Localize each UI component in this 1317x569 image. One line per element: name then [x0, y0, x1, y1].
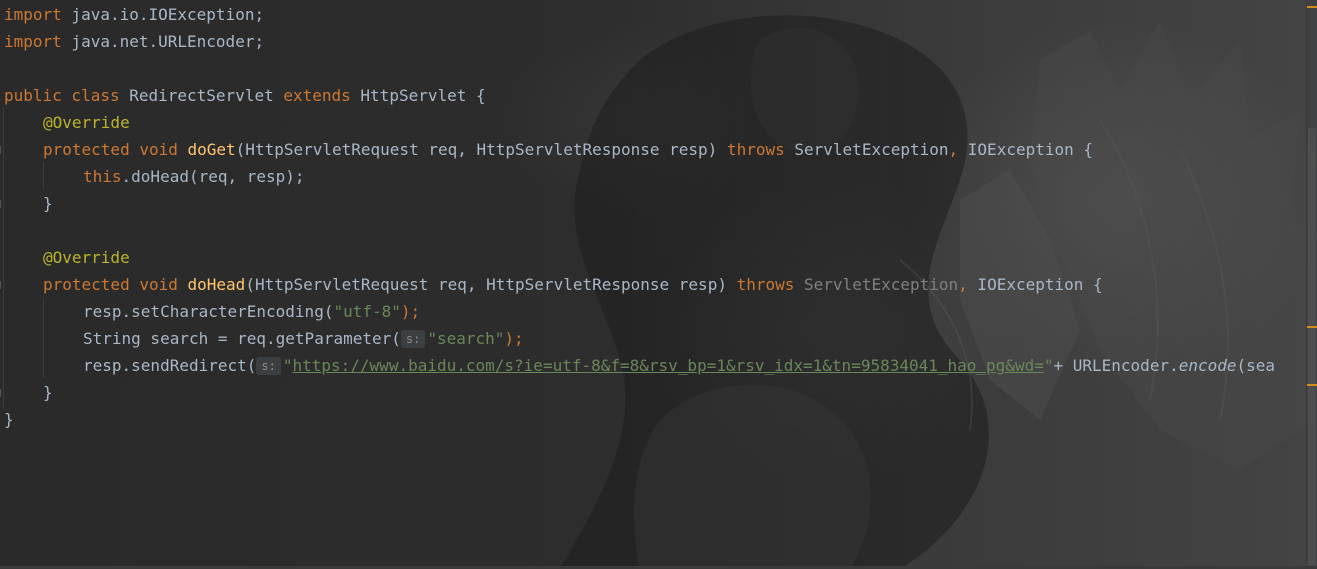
static-method: encode	[1178, 356, 1237, 375]
code-line-7[interactable]: this.doHead(req, resp);	[83, 163, 305, 190]
code-text: java.net.URLEncoder;	[61, 32, 265, 51]
keyword: public	[4, 86, 62, 105]
annotation: @Override	[43, 113, 130, 132]
warning-marker[interactable]	[1307, 384, 1317, 386]
keyword: import	[4, 5, 62, 24]
method-params: (HttpServletRequest req, HttpServletResp…	[235, 140, 718, 159]
code-text: .doHead(req, resp);	[121, 167, 305, 186]
fold-marker-icon[interactable]	[0, 281, 4, 289]
parameter-hint: s:	[256, 357, 281, 375]
keyword: class	[61, 86, 120, 105]
url-link[interactable]: https://www.baidu.com/s?ie=utf-8&f=8&rsv…	[292, 356, 1043, 375]
keyword: throws	[717, 140, 785, 159]
fold-marker-icon[interactable]	[0, 200, 4, 208]
code-text: java.io.IOException;	[61, 5, 265, 24]
exception-type: IOException {	[967, 275, 1103, 294]
code-line-1[interactable]: import java.io.IOException;	[4, 1, 264, 28]
code-line-2[interactable]: import java.net.URLEncoder;	[4, 28, 264, 55]
keyword: void	[129, 140, 178, 159]
method-name: doHead	[177, 275, 246, 294]
parent-class: HttpServlet {	[350, 86, 486, 105]
code-text: }	[4, 410, 14, 429]
code-area[interactable]: import java.io.IOException; import java.…	[0, 0, 1307, 569]
code-line-10[interactable]: @Override	[43, 244, 130, 271]
exception-type: ServletException	[794, 275, 959, 294]
code-line-4[interactable]: public class RedirectServlet extends Htt…	[4, 82, 486, 109]
code-text: + URLEncoder.	[1053, 356, 1179, 375]
keyword: void	[129, 275, 178, 294]
code-editor[interactable]: import java.io.IOException; import java.…	[0, 0, 1317, 569]
separator: ,	[958, 275, 968, 294]
code-text: (sea	[1236, 356, 1276, 375]
code-line-12[interactable]: resp.setCharacterEncoding("utf-8");	[83, 298, 420, 325]
string-literal: "utf-8"	[333, 302, 401, 321]
fold-marker-icon[interactable]	[0, 389, 4, 397]
code-line-8[interactable]: }	[43, 190, 53, 217]
code-line-11[interactable]: protected void doHead(HttpServletRequest…	[43, 271, 1103, 298]
code-text: }	[43, 194, 53, 213]
indent-guide	[43, 162, 44, 189]
code-line-5[interactable]: @Override	[43, 109, 130, 136]
warning-marker[interactable]	[1307, 326, 1317, 328]
annotation: @Override	[43, 248, 130, 267]
code-text: String search = req.getParameter(	[83, 329, 401, 348]
code-text: resp.sendRedirect(	[83, 356, 257, 375]
parameter-hint: s:	[400, 330, 426, 348]
string-literal: "search"	[427, 329, 505, 348]
keyword: protected	[43, 275, 130, 294]
method-params: (HttpServletRequest req, HttpServletResp…	[245, 275, 727, 294]
code-line-14[interactable]: resp.sendRedirect(s: "https://www.baidu.c…	[83, 352, 1275, 379]
code-line-13[interactable]: String search = req.getParameter(s: "sear…	[83, 325, 524, 352]
exception-type: ServletException	[784, 140, 949, 159]
fold-marker-icon[interactable]	[0, 146, 4, 154]
code-line-6[interactable]: protected void doGet(HttpServletRequest …	[43, 136, 1093, 163]
code-text: );	[400, 302, 421, 321]
method-name: doGet	[177, 140, 236, 159]
class-name: RedirectServlet	[119, 86, 274, 105]
keyword: throws	[726, 275, 795, 294]
code-text: }	[43, 383, 53, 402]
keyword: import	[4, 32, 62, 51]
code-text: );	[504, 329, 524, 348]
vertical-scrollbar[interactable]	[1306, 0, 1317, 569]
code-text: resp.setCharacterEncoding(	[83, 302, 334, 321]
scrollbar-thumb[interactable]	[1308, 128, 1316, 568]
code-line-15[interactable]: }	[43, 379, 53, 406]
keyword: extends	[273, 86, 351, 105]
separator: ,	[948, 140, 959, 159]
keyword: this	[83, 167, 122, 186]
code-line-16[interactable]: }	[4, 406, 14, 433]
exception-type: IOException {	[958, 140, 1094, 159]
indent-guide	[43, 297, 44, 378]
warning-marker[interactable]	[1307, 6, 1317, 8]
keyword: protected	[43, 140, 130, 159]
